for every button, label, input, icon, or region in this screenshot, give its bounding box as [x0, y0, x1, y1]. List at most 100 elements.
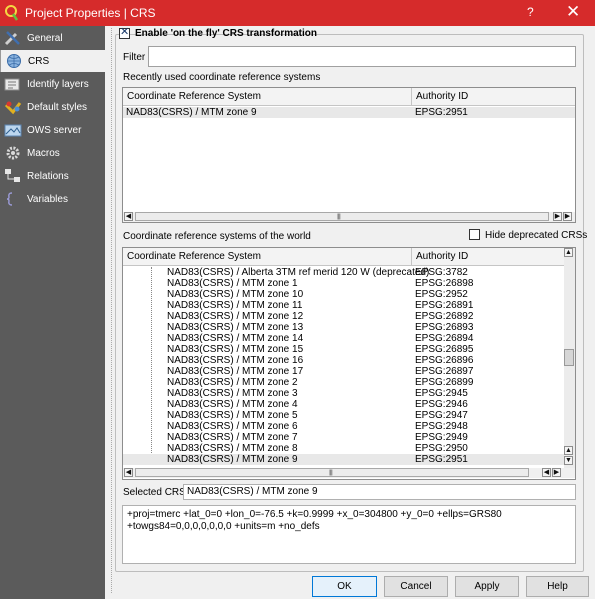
crs-name-cell: NAD83(CSRS) / MTM zone 13 — [167, 322, 304, 333]
column-header-authority-id[interactable]: Authority ID — [412, 248, 564, 266]
crs-name-cell: NAD83(CSRS) / MTM zone 8 — [167, 443, 298, 454]
crs-name-cell: NAD83(CSRS) / MTM zone 4 — [167, 399, 298, 410]
table-row[interactable]: NAD83(CSRS) / MTM zone 9 EPSG:2951 — [123, 454, 564, 465]
crs-name-cell: NAD83(CSRS) / Alberta 3TM ref merid 120 … — [167, 267, 430, 278]
table-row[interactable]: NAD83(CSRS) / MTM zone 2 EPSG:26899 — [123, 377, 564, 388]
qgis-logo-icon — [5, 5, 19, 21]
sidebar-item-variables[interactable]: Variables — [0, 188, 105, 210]
hide-deprecated-label: Hide deprecated CRSs — [485, 230, 588, 241]
sidebar-item-crs[interactable]: CRS — [0, 50, 105, 72]
sidebar-item-general[interactable]: General — [0, 27, 105, 49]
ok-button[interactable]: OK — [312, 576, 377, 597]
scroll-right-arrow-icon[interactable]: ▶ — [553, 212, 562, 221]
scroll-thumb[interactable] — [564, 349, 574, 366]
apply-button[interactable]: Apply — [455, 576, 519, 597]
authority-id-cell: EPSG:26897 — [415, 366, 474, 377]
sidebar-item-macros[interactable]: Macros — [0, 142, 105, 164]
scroll-left-arrow-icon[interactable]: ◀ — [542, 468, 551, 477]
crs-name-cell: NAD83(CSRS) / MTM zone 5 — [167, 410, 298, 421]
world-vertical-scrollbar[interactable]: ▲ ▲ ▼ — [564, 248, 575, 468]
sidebar-item-default-styles[interactable]: Default styles — [0, 96, 105, 118]
sidebar-item-label: Macros — [27, 148, 60, 159]
sidebar-item-label: Relations — [27, 171, 69, 182]
table-header: Coordinate Reference System Authority ID — [123, 88, 575, 106]
column-header-crs[interactable]: Coordinate Reference System — [123, 88, 412, 106]
authority-id-cell: EPSG:26898 — [415, 278, 474, 289]
crs-name-cell: NAD83(CSRS) / MTM zone 2 — [167, 377, 298, 388]
table-row[interactable]: NAD83(CSRS) / MTM zone 3 EPSG:2945 — [123, 388, 564, 399]
scroll-track[interactable]: ||||| — [135, 212, 549, 221]
gear-icon — [6, 146, 20, 160]
sidebar-item-ows-server[interactable]: OWS server — [0, 119, 105, 141]
authority-id-cell: EPSG:2945 — [415, 388, 468, 399]
column-header-crs[interactable]: Coordinate Reference System — [123, 248, 412, 266]
table-row[interactable]: NAD83(CSRS) / MTM zone 7 EPSG:2949 — [123, 432, 564, 443]
filter-input[interactable] — [148, 46, 576, 67]
styles-icon — [4, 101, 22, 115]
scroll-up-arrow-icon[interactable]: ▲ — [564, 446, 573, 455]
filter-label: Filter — [123, 52, 146, 63]
sidebar-item-label: OWS server — [27, 125, 82, 136]
scroll-left-arrow-icon[interactable]: ◀ — [124, 212, 133, 221]
table-row[interactable]: NAD83(CSRS) / MTM zone 17 EPSG:26897 — [123, 366, 564, 377]
scroll-track[interactable]: ||||| — [135, 468, 529, 477]
enable-otf-checkbox[interactable]: ✕ — [119, 26, 130, 39]
help-button[interactable]: Help — [526, 576, 589, 597]
recent-horizontal-scrollbar[interactable]: ◀ ||||| ▶ ▶ — [123, 212, 575, 222]
proj-string-box[interactable]: +proj=tmerc +lat_0=0 +lon_0=-76.5 +k=0.9… — [122, 505, 576, 564]
crs-name-cell: NAD83(CSRS) / MTM zone 17 — [167, 366, 304, 377]
column-header-authority-id[interactable]: Authority ID — [412, 88, 575, 106]
hide-deprecated-checkbox[interactable] — [469, 229, 480, 240]
table-row[interactable]: NAD83(CSRS) / MTM zone 5 EPSG:2947 — [123, 410, 564, 421]
scroll-right-arrow-icon[interactable]: ▶ — [552, 468, 561, 477]
close-window-button[interactable]: ✕ — [566, 2, 580, 22]
panel-splitter[interactable] — [106, 28, 112, 593]
table-row[interactable]: NAD83(CSRS) / MTM zone 12 EPSG:26892 — [123, 311, 564, 322]
title-bar: Project Properties | CRS ? ✕ — [0, 0, 595, 26]
table-row[interactable]: NAD83(CSRS) / MTM zone 14 EPSG:26894 — [123, 333, 564, 344]
crs-name-cell: NAD83(CSRS) / MTM zone 6 — [167, 421, 298, 432]
crs-name-cell: NAD83(CSRS) / MTM zone 16 — [167, 355, 304, 366]
scroll-down-arrow-icon[interactable]: ▼ — [564, 456, 573, 465]
check-mark-icon: ✕ — [120, 26, 130, 38]
table-row[interactable]: NAD83(CSRS) / MTM zone 4 EPSG:2946 — [123, 399, 564, 410]
scroll-up-arrow-icon[interactable]: ▲ — [564, 248, 573, 257]
table-header: Coordinate Reference System Authority ID — [123, 248, 564, 266]
table-row[interactable]: NAD83(CSRS) / MTM zone 6 EPSG:2948 — [123, 421, 564, 432]
table-row[interactable]: NAD83(CSRS) / MTM zone 8 EPSG:2950 — [123, 443, 564, 454]
sidebar-item-label: General — [27, 33, 63, 44]
authority-id-cell: EPSG:2946 — [415, 399, 468, 410]
sidebar-item-label: Variables — [27, 194, 68, 205]
table-row[interactable]: NAD83(CSRS) / Alberta 3TM ref merid 120 … — [123, 267, 564, 278]
scroll-left-arrow-icon[interactable]: ◀ — [124, 468, 133, 477]
enable-otf-row[interactable]: ✕ Enable 'on the fly' CRS transformation — [119, 26, 317, 41]
scroll-right-arrow-icon[interactable]: ▶ — [563, 212, 572, 221]
authority-id-cell: EPSG:26894 — [415, 333, 474, 344]
world-horizontal-scrollbar[interactable]: ◀ ||||| ◀ ▶ — [123, 468, 575, 478]
crs-name-cell: NAD83(CSRS) / MTM zone 11 — [167, 300, 303, 311]
relations-icon — [5, 169, 20, 182]
table-row[interactable]: NAD83(CSRS) / MTM zone 16 EPSG:26896 — [123, 355, 564, 366]
window-title: Project Properties | CRS — [25, 6, 156, 20]
crs-name-cell: NAD83(CSRS) / MTM zone 14 — [167, 333, 304, 344]
sidebar-item-label: Default styles — [27, 102, 88, 113]
sidebar-item-label: Identify layers — [27, 79, 89, 90]
crs-name-cell: NAD83(CSRS) / MTM zone 9 — [167, 454, 298, 465]
table-row[interactable]: NAD83(CSRS) / MTM zone 15 EPSG:26895 — [123, 344, 564, 355]
recent-crs-label: Recently used coordinate reference syste… — [123, 72, 321, 83]
table-row[interactable]: NAD83(CSRS) / MTM zone 10 EPSG:2952 — [123, 289, 564, 300]
crs-name-cell: NAD83(CSRS) / MTM zone 1 — [167, 278, 298, 289]
authority-id-cell: EPSG:2951 — [415, 107, 468, 118]
sidebar-item-identify-layers[interactable]: Identify layers — [0, 73, 105, 95]
table-row[interactable]: NAD83(CSRS) / MTM zone 11 EPSG:26891 — [123, 300, 564, 311]
crs-name-cell: NAD83(CSRS) / MTM zone 7 — [167, 432, 298, 443]
crs-name-cell: NAD83(CSRS) / MTM zone 15 — [167, 344, 304, 355]
help-titlebar-button[interactable]: ? — [527, 5, 534, 19]
scroll-grip-icon: ||||| — [337, 214, 341, 220]
cancel-button[interactable]: Cancel — [384, 576, 448, 597]
sidebar-item-relations[interactable]: Relations — [0, 165, 105, 187]
table-row[interactable]: NAD83(CSRS) / MTM zone 1 EPSG:26898 — [123, 278, 564, 289]
authority-id-cell: EPSG:26892 — [415, 311, 474, 322]
table-row[interactable]: NAD83(CSRS) / MTM zone 13 EPSG:26893 — [123, 322, 564, 333]
table-row[interactable]: NAD83(CSRS) / MTM zone 9 EPSG:2951 — [123, 107, 575, 118]
